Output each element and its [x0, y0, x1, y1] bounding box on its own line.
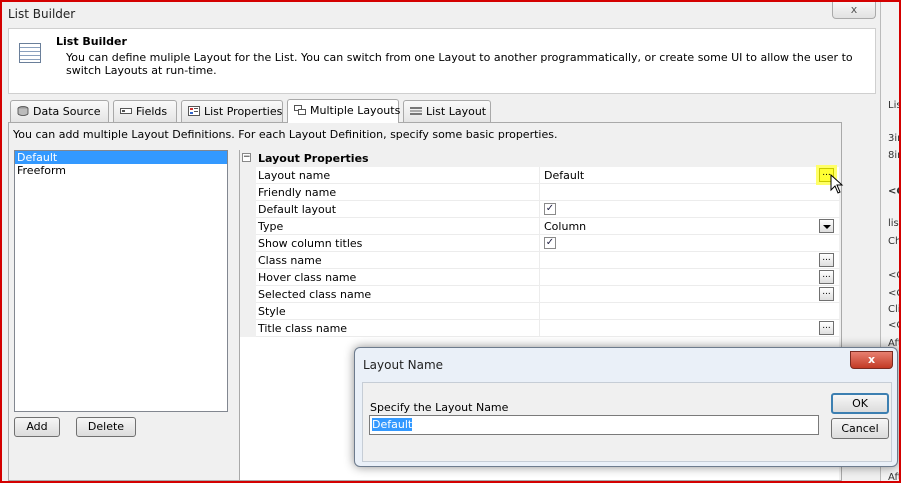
- header-banner: List Builder You can define muliple Layo…: [8, 28, 876, 94]
- property-value[interactable]: ...: [539, 320, 840, 337]
- property-name: Show column titles: [258, 237, 363, 250]
- property-row-layout-name[interactable]: Layout name Default ...: [256, 167, 840, 184]
- layout-name-dialog: Layout Name x Specify the Layout Name De…: [354, 347, 898, 467]
- property-row-title-class-name[interactable]: Title class name ...: [256, 320, 840, 337]
- title-bar: List Builder x: [2, 2, 880, 26]
- property-row-default-layout[interactable]: Default layout ✓: [256, 201, 840, 218]
- property-row-hover-class-name[interactable]: Hover class name ...: [256, 269, 840, 286]
- window-title: List Builder: [8, 7, 76, 21]
- tab-list-properties[interactable]: List Properties: [181, 100, 283, 122]
- selected-text: Default: [372, 418, 413, 431]
- tab-label: Multiple Layouts: [310, 104, 401, 117]
- add-button[interactable]: Add: [14, 417, 60, 437]
- property-value[interactable]: ...: [539, 286, 840, 303]
- property-row-friendly-name[interactable]: Friendly name: [256, 184, 840, 201]
- tab-multiple-layouts[interactable]: Multiple Layouts: [287, 99, 401, 123]
- list-item[interactable]: Freeform: [15, 164, 227, 177]
- header-title: List Builder: [56, 35, 127, 48]
- property-name: Selected class name: [258, 288, 372, 301]
- layout-icon: [410, 107, 422, 115]
- tab-label: Data Source: [33, 105, 101, 118]
- property-row-selected-class-name[interactable]: Selected class name ...: [256, 286, 840, 303]
- property-value[interactable]: Column: [539, 218, 840, 235]
- property-name: Title class name: [258, 322, 348, 335]
- property-row-class-name[interactable]: Class name ...: [256, 252, 840, 269]
- database-icon: [17, 106, 29, 116]
- show-column-titles-checkbox[interactable]: ✓: [544, 237, 556, 249]
- layout-name-label: Specify the Layout Name: [370, 401, 509, 414]
- ellipsis-button[interactable]: ...: [819, 287, 834, 301]
- ellipsis-button[interactable]: ...: [819, 321, 834, 335]
- bg-text: <C: [888, 288, 901, 299]
- property-value[interactable]: [539, 303, 840, 320]
- bg-text: <C: [888, 186, 901, 197]
- property-name: Hover class name: [258, 271, 357, 284]
- delete-button[interactable]: Delete: [76, 417, 136, 437]
- bg-text: 8in: [888, 150, 901, 161]
- property-name: Class name: [258, 254, 322, 267]
- property-row-show-column-titles[interactable]: Show column titles ✓: [256, 235, 840, 252]
- property-name: Friendly name: [258, 186, 337, 199]
- collapse-icon[interactable]: −: [242, 153, 251, 162]
- property-value-text: Default: [544, 169, 585, 182]
- property-value[interactable]: ✓: [539, 235, 840, 252]
- property-value-text: Column: [544, 220, 587, 233]
- default-layout-checkbox[interactable]: ✓: [544, 203, 556, 215]
- cancel-button[interactable]: Cancel: [831, 418, 889, 439]
- ellipsis-button[interactable]: ...: [819, 253, 834, 267]
- list-builder-icon: [19, 43, 41, 63]
- property-value[interactable]: ...: [539, 252, 840, 269]
- list-item[interactable]: Default: [15, 151, 227, 164]
- properties-icon: [188, 106, 200, 116]
- category-header[interactable]: − Layout Properties: [240, 150, 840, 167]
- close-button[interactable]: x: [832, 2, 876, 19]
- property-value[interactable]: [539, 184, 840, 201]
- property-row-type[interactable]: Type Column: [256, 218, 840, 235]
- layout-name-input[interactable]: Default: [369, 415, 819, 435]
- ellipsis-button[interactable]: ...: [819, 270, 834, 284]
- tab-data-source[interactable]: Data Source: [10, 100, 109, 122]
- property-value[interactable]: ✓: [539, 201, 840, 218]
- tab-label: List Layout: [426, 105, 487, 118]
- bg-text: list: [888, 218, 901, 229]
- grid-margin: [240, 167, 256, 337]
- layout-list[interactable]: Default Freeform: [14, 150, 228, 412]
- mouse-pointer-icon: [830, 174, 844, 194]
- bg-text: Cli: [888, 304, 901, 315]
- tab-label: List Properties: [204, 105, 283, 118]
- property-name: Style: [258, 305, 286, 318]
- bg-text: Ch: [888, 236, 901, 247]
- tab-fields[interactable]: Fields: [113, 100, 177, 122]
- dialog-body: Specify the Layout Name Default OK Cance…: [362, 382, 892, 462]
- tab-label: Fields: [136, 105, 168, 118]
- fields-icon: [120, 108, 132, 114]
- bg-text: Lis: [888, 100, 901, 111]
- layouts-icon: [294, 105, 306, 115]
- bg-text: <C: [888, 270, 901, 281]
- chevron-down-icon[interactable]: [819, 219, 834, 233]
- bg-text: <C: [888, 320, 901, 331]
- property-name: Default layout: [258, 203, 337, 216]
- property-row-style[interactable]: Style: [256, 303, 840, 320]
- property-name: Type: [258, 220, 284, 233]
- category-title: Layout Properties: [258, 152, 369, 165]
- close-button[interactable]: x: [850, 351, 893, 369]
- dialog-title: Layout Name: [363, 358, 444, 372]
- bg-text: 3in: [888, 133, 901, 144]
- property-value[interactable]: ...: [539, 269, 840, 286]
- bg-text: Aft: [888, 472, 901, 483]
- panel-hint: You can add multiple Layout Definitions.…: [13, 128, 558, 141]
- ok-button[interactable]: OK: [831, 393, 889, 414]
- tab-list-layout[interactable]: List Layout: [403, 100, 491, 122]
- property-value[interactable]: Default ...: [539, 167, 840, 184]
- property-name: Layout name: [258, 169, 331, 182]
- header-description: You can define muliple Layout for the Li…: [66, 51, 853, 77]
